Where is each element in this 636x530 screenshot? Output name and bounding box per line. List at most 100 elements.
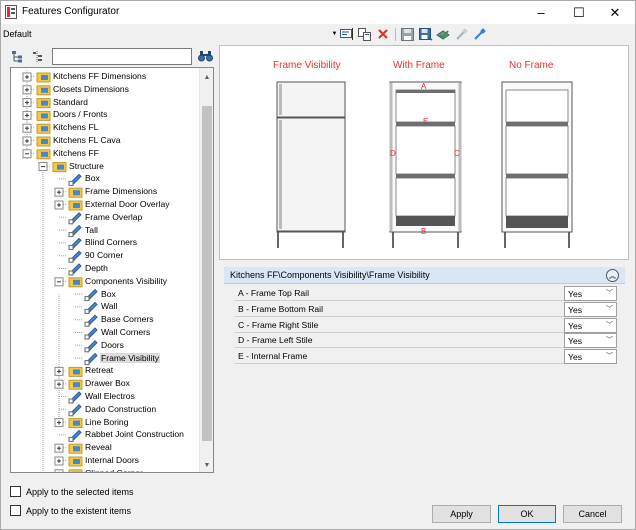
tree-item[interactable]: Frame Dimensions	[84, 185, 158, 198]
properties-button[interactable]	[338, 26, 355, 42]
tree-item[interactable]: Depth	[84, 262, 109, 275]
tree-item[interactable]: Blind Corners	[84, 236, 138, 249]
tree-item[interactable]: Retreat	[84, 364, 114, 377]
tree-item-label: Clipped Corner	[85, 467, 143, 473]
app-icon	[5, 5, 17, 19]
property-row: D - Frame Left Stile Yes ﹀	[234, 333, 617, 349]
item-icon	[68, 212, 82, 225]
pick-icon	[456, 27, 468, 40]
tree-item-label: Frame Dimensions	[85, 186, 158, 197]
validate-button[interactable]	[435, 26, 452, 42]
tree-expander[interactable]	[54, 469, 64, 473]
minimize-button[interactable]: –	[523, 1, 559, 24]
tree-item[interactable]: Structure	[68, 160, 105, 173]
maximize-button[interactable]: ☐	[561, 1, 597, 24]
tree-item[interactable]: Line Boring	[84, 416, 129, 429]
apply-existent-checkbox[interactable]	[10, 505, 21, 516]
save-as-icon	[418, 27, 432, 41]
item-icon	[68, 404, 82, 417]
collapse-tree-button[interactable]	[29, 48, 45, 64]
tree-item[interactable]: Rabbet Joint Construction	[84, 428, 185, 441]
property-name: E - Internal Frame	[238, 351, 308, 362]
tree-item[interactable]: External Door Overlay	[84, 198, 171, 211]
features-tree[interactable]: Kitchens FF Dimensions Closets Dimensions…	[10, 67, 214, 473]
tree-item-label: Structure	[69, 160, 104, 171]
tree-item[interactable]: Frame Visibility	[100, 352, 161, 365]
expand-tree-button[interactable]	[9, 48, 25, 64]
tree-item[interactable]: Frame Overlap	[84, 211, 143, 224]
folder-icon	[36, 85, 51, 96]
chevron-down-icon: ﹀	[606, 305, 613, 313]
tree-item[interactable]: Kitchens FL Cava	[52, 134, 122, 147]
tree-item[interactable]: Base Corners	[100, 313, 155, 326]
scroll-up-icon[interactable]: ▲	[200, 70, 213, 84]
tree-item-label: Wall Electros	[85, 391, 135, 401]
find-button[interactable]	[197, 48, 213, 64]
item-icon	[84, 327, 98, 340]
property-name: C - Frame Right Stile	[238, 319, 319, 330]
tree-item[interactable]: Doors	[100, 339, 125, 352]
delete-button[interactable]	[374, 26, 391, 42]
save-as-button[interactable]	[417, 26, 434, 42]
scroll-thumb[interactable]	[202, 106, 212, 441]
tree-search-input[interactable]	[52, 48, 192, 65]
toolbar-dropdown-button[interactable]: ▼	[331, 26, 338, 42]
property-row: E - Internal Frame Yes ﹀	[234, 349, 617, 365]
tree-item[interactable]: 90 Corner	[84, 249, 124, 262]
tree-item[interactable]: Kitchens FF Dimensions	[52, 70, 147, 83]
tree-item[interactable]: Dado Construction	[84, 403, 157, 416]
apply-button[interactable]: Apply	[432, 505, 491, 523]
copy-button[interactable]	[356, 26, 373, 42]
tree-item[interactable]: Box	[100, 288, 117, 301]
ok-button[interactable]: OK	[498, 505, 556, 523]
tree-toolbar	[9, 47, 214, 65]
cancel-button-label: Cancel	[578, 509, 607, 519]
marker-d: D	[390, 149, 396, 158]
property-value-select[interactable]: Yes ﹀	[564, 333, 617, 349]
cancel-button[interactable]: Cancel	[563, 505, 622, 523]
tree-item[interactable]: Standard	[52, 96, 89, 109]
folder-icon	[68, 443, 83, 454]
properties-icon	[339, 28, 353, 40]
tree-item[interactable]: Doors / Fronts	[52, 108, 108, 121]
tree-item[interactable]: Clipped Corner	[84, 467, 144, 473]
binoculars-icon	[197, 51, 213, 62]
tree-item[interactable]: Drawer Box	[84, 377, 131, 390]
tree-item[interactable]: Tall	[84, 224, 99, 237]
collapse-properties-button[interactable]: ︽	[606, 269, 619, 282]
apply-selected-checkbox[interactable]	[10, 486, 21, 497]
cabinet-frame-visibility	[276, 81, 346, 248]
close-button[interactable]: ✕	[597, 1, 633, 24]
apply-existent-option[interactable]: Apply to the existent items	[10, 504, 131, 517]
property-value-select[interactable]: Yes ﹀	[564, 301, 617, 317]
scroll-down-icon[interactable]: ▼	[200, 458, 213, 472]
cabinet-with-frame	[389, 81, 462, 248]
tree-item[interactable]: Components Visibility	[84, 275, 168, 288]
tree-item[interactable]: Reveal	[84, 441, 113, 454]
tree-item[interactable]: Kitchens FF	[52, 147, 100, 160]
property-value-select[interactable]: Yes ﹀	[564, 349, 617, 365]
tree-item[interactable]: Wall Corners	[100, 326, 151, 339]
tree-item[interactable]: Wall	[100, 300, 118, 313]
save-button[interactable]	[399, 26, 416, 42]
link-button[interactable]	[471, 26, 488, 42]
chevron-down-icon: ﹀	[606, 353, 613, 361]
tree-item-label: Wall	[101, 301, 118, 312]
tree-scrollbar[interactable]: ▲ ▼	[199, 68, 213, 472]
tree-item[interactable]: Closets Dimensions	[52, 83, 130, 96]
property-row: A - Frame Top Rail Yes ﹀	[234, 286, 617, 301]
tree-item[interactable]: Box	[84, 172, 101, 185]
tree-item[interactable]: Wall Electros	[84, 390, 136, 403]
pick-button[interactable]	[453, 26, 470, 42]
frame-preview-panel: Frame Visibility With Frame No Frame A E…	[219, 45, 629, 260]
item-icon	[84, 340, 98, 353]
marker-b: B	[421, 227, 426, 236]
property-value-select[interactable]: Yes ﹀	[564, 286, 617, 301]
apply-selected-option[interactable]: Apply to the selected items	[10, 485, 134, 498]
cabinet-illustrations: A E D C B	[276, 81, 573, 248]
property-value-select[interactable]: Yes ﹀	[564, 317, 617, 333]
tree-item[interactable]: Kitchens FL	[52, 121, 99, 134]
folder-icon	[68, 469, 83, 472]
tree-item[interactable]: Internal Doors	[84, 454, 140, 467]
window-title: Features Configurator	[22, 6, 120, 17]
